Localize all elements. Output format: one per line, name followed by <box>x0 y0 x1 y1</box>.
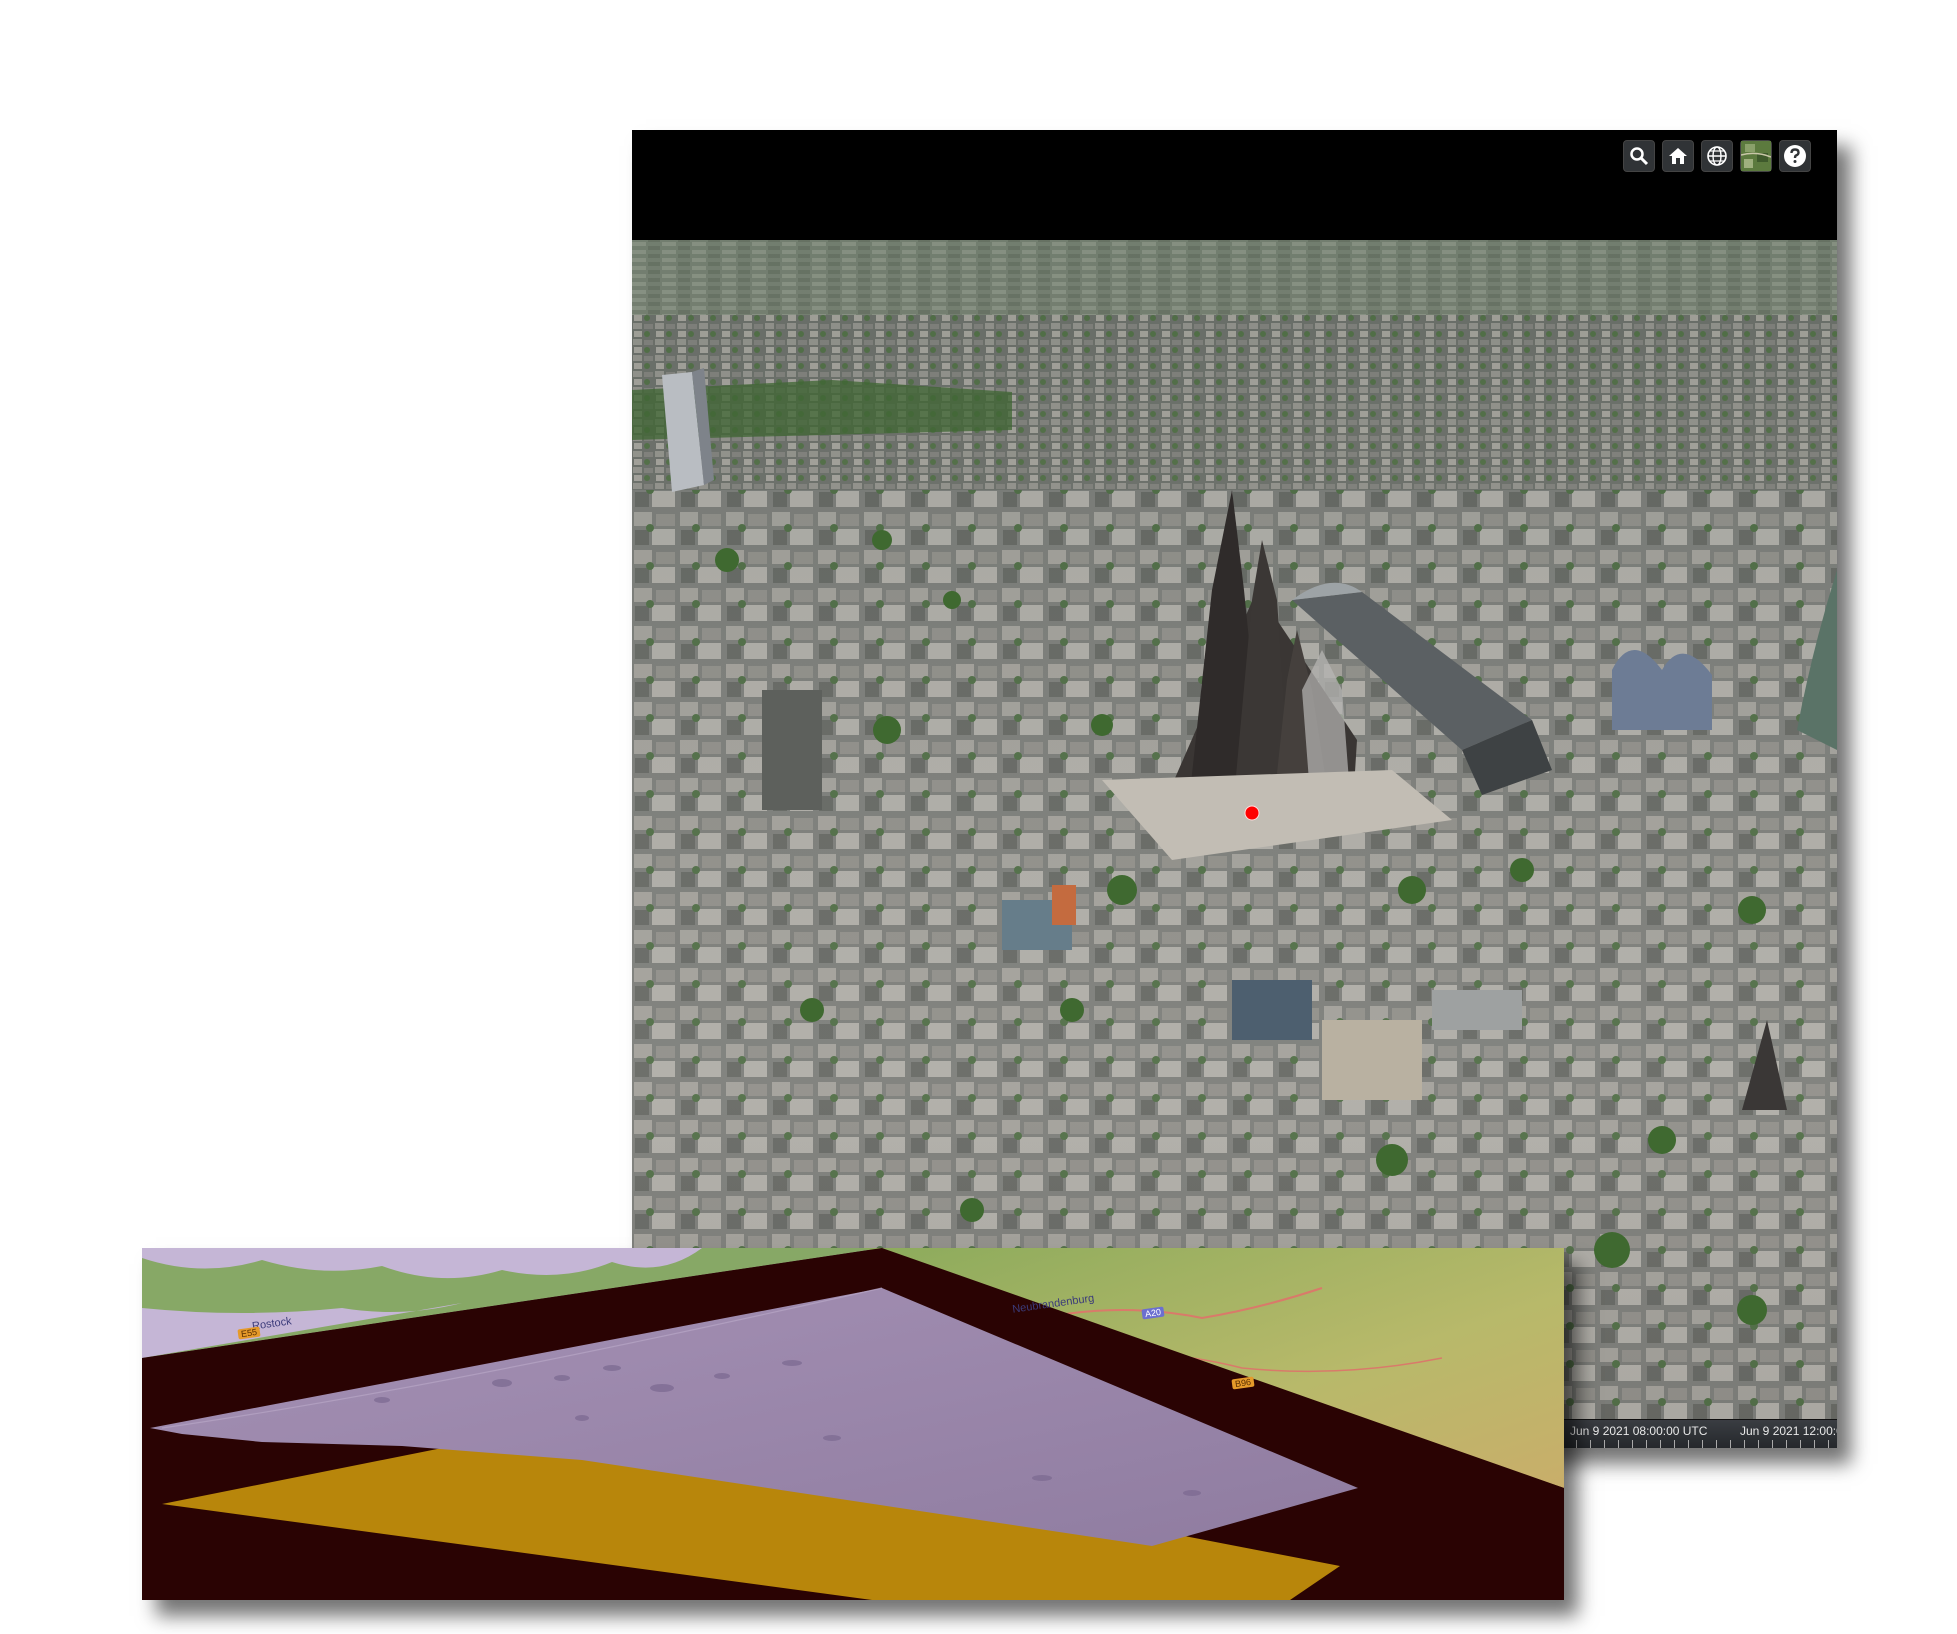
timeline-label: Jun 9 2021 12:00:0 <box>1740 1424 1837 1438</box>
imagery-layer-icon <box>1741 141 1771 171</box>
timeline[interactable]: Jun 9 2021 08:00:00 UTC Jun 9 2021 12:00… <box>1562 1419 1837 1448</box>
globe-icon <box>1707 146 1727 166</box>
search-icon <box>1630 147 1649 166</box>
timeline-ticks <box>1562 1440 1837 1448</box>
terrain-3d-viewer[interactable]: Rostock Neubrandenburg E55 B96 A20 <box>142 1248 1564 1600</box>
base-layer-picker-button[interactable] <box>1740 140 1772 172</box>
terrain-scene[interactable] <box>142 1248 1564 1600</box>
viewer-toolbar <box>1623 140 1811 172</box>
home-button[interactable] <box>1662 140 1694 172</box>
scene-mode-button[interactable] <box>1701 140 1733 172</box>
location-marker[interactable] <box>1244 805 1260 821</box>
geocoder-button[interactable] <box>1623 140 1655 172</box>
composite-screenshot: Jun 9 2021 08:00:00 UTC Jun 9 2021 12:00… <box>0 0 1957 1634</box>
help-button[interactable] <box>1779 140 1811 172</box>
help-icon <box>1784 145 1806 167</box>
timeline-label: Jun 9 2021 08:00:00 UTC <box>1570 1424 1708 1438</box>
home-icon <box>1669 148 1687 164</box>
